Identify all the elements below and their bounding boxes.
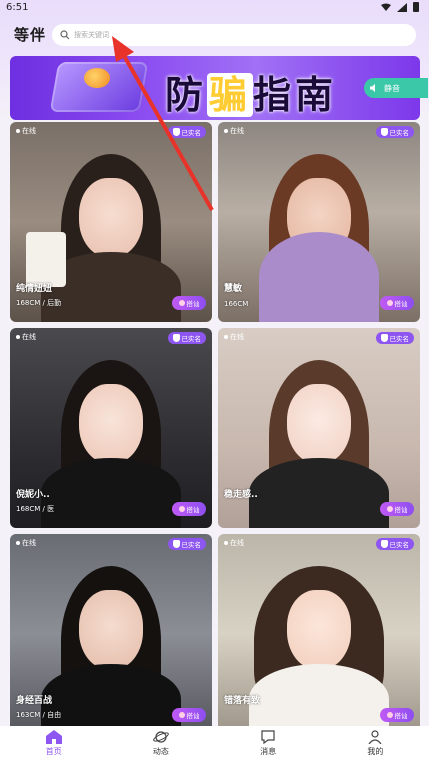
home-icon	[45, 730, 62, 744]
chat-up-button[interactable]: 搭讪	[380, 708, 414, 722]
shield-icon	[172, 334, 180, 342]
user-name: 身经百战	[16, 696, 53, 706]
tab-label: 动态	[152, 747, 169, 756]
user-info: 166CM	[224, 300, 249, 308]
heart-icon	[386, 506, 393, 512]
user-card-grid: 在线 已实名 纯情妞妞 168CM / 后勤 搭讪 在线 已实名 慧敏 166C…	[10, 122, 420, 734]
shield-icon	[380, 128, 388, 136]
heart-icon	[178, 300, 185, 306]
chat-up-button[interactable]: 搭讪	[380, 296, 414, 310]
tab-label: 首页	[45, 747, 62, 756]
user-card[interactable]: 在线 已实名 慧敏 166CM 搭讪	[218, 122, 420, 322]
search-icon	[60, 30, 70, 40]
bottom-tab-bar: 首页 动态 消息 我的	[0, 726, 429, 761]
online-status: 在线	[16, 332, 36, 342]
user-name: 错落有致	[224, 696, 261, 706]
banner-title-part2: 指南	[253, 73, 338, 117]
profile-icon	[368, 730, 382, 744]
verified-badge: 已实名	[167, 126, 206, 138]
online-dot-icon	[224, 129, 228, 133]
online-status: 在线	[224, 538, 244, 548]
online-dot-icon	[16, 129, 20, 133]
user-name: 纯情妞妞	[16, 284, 53, 294]
tab-moments[interactable]: 动态	[131, 730, 191, 757]
status-time: 6:51	[6, 1, 29, 13]
chat-up-button[interactable]: 搭讪	[380, 502, 414, 516]
heart-icon	[178, 712, 185, 718]
online-dot-icon	[224, 335, 228, 339]
shield-icon	[380, 540, 388, 548]
online-status: 在线	[224, 332, 244, 342]
banner-coin-graphic	[84, 68, 110, 88]
app-title: 等伴	[14, 26, 47, 44]
verified-badge: 已实名	[375, 332, 414, 344]
status-icons	[381, 2, 419, 12]
user-info: 168CM / 医	[16, 505, 55, 513]
status-bar: 6:51	[0, 0, 429, 14]
heart-icon	[386, 712, 393, 718]
speaker-icon	[370, 84, 375, 92]
mute-button[interactable]: 静音	[364, 78, 428, 98]
heart-icon	[178, 506, 185, 512]
tab-label: 我的	[367, 747, 384, 756]
shield-icon	[380, 334, 388, 342]
anti-fraud-banner[interactable]: 防骗指南	[10, 56, 420, 120]
search-input[interactable]	[74, 31, 374, 39]
user-name: 倪妮小..	[16, 490, 50, 500]
user-card[interactable]: 在线 已实名 稳走感.. 搭讪	[218, 328, 420, 528]
chat-up-button[interactable]: 搭讪	[172, 708, 206, 722]
banner-title: 防骗指南	[165, 64, 337, 119]
verified-badge: 已实名	[375, 538, 414, 550]
chat-up-button[interactable]: 搭讪	[172, 502, 206, 516]
wifi-icon	[381, 3, 391, 11]
verified-badge: 已实名	[167, 538, 206, 550]
tab-messages[interactable]: 消息	[238, 730, 298, 757]
user-info: 168CM / 后勤	[16, 299, 62, 307]
chat-up-button[interactable]: 搭讪	[172, 296, 206, 310]
user-info: 163CM / 自由	[16, 711, 62, 719]
banner-title-part1: 防	[165, 73, 208, 117]
shield-icon	[172, 540, 180, 548]
mute-label: 静音	[384, 83, 400, 93]
signal-icon	[397, 2, 407, 12]
online-status: 在线	[16, 538, 36, 548]
online-status: 在线	[224, 126, 244, 136]
banner-title-highlight: 骗	[207, 73, 254, 117]
user-photo	[218, 122, 420, 322]
verified-badge: 已实名	[167, 332, 206, 344]
user-name: 慧敏	[224, 284, 243, 294]
tab-profile[interactable]: 我的	[345, 730, 405, 757]
user-card[interactable]: 在线 已实名 错落有致 搭讪	[218, 534, 420, 734]
heart-icon	[386, 300, 393, 306]
user-card[interactable]: 在线 已实名 纯情妞妞 168CM / 后勤 搭讪	[10, 122, 212, 322]
online-dot-icon	[224, 541, 228, 545]
tab-label: 消息	[260, 747, 277, 756]
user-card[interactable]: 在线 已实名 身经百战 163CM / 自由 搭讪	[10, 534, 212, 734]
planet-icon	[153, 731, 169, 743]
search-bar[interactable]	[52, 24, 416, 46]
online-dot-icon	[16, 541, 20, 545]
online-status: 在线	[16, 126, 36, 136]
verified-badge: 已实名	[375, 126, 414, 138]
user-card[interactable]: 在线 已实名 倪妮小.. 168CM / 医 搭讪	[10, 328, 212, 528]
battery-icon	[413, 2, 419, 12]
online-dot-icon	[16, 335, 20, 339]
message-icon	[261, 730, 275, 744]
header: 等伴	[0, 22, 429, 48]
shield-icon	[172, 128, 180, 136]
tab-home[interactable]: 首页	[24, 730, 84, 757]
user-name: 稳走感..	[224, 490, 258, 500]
